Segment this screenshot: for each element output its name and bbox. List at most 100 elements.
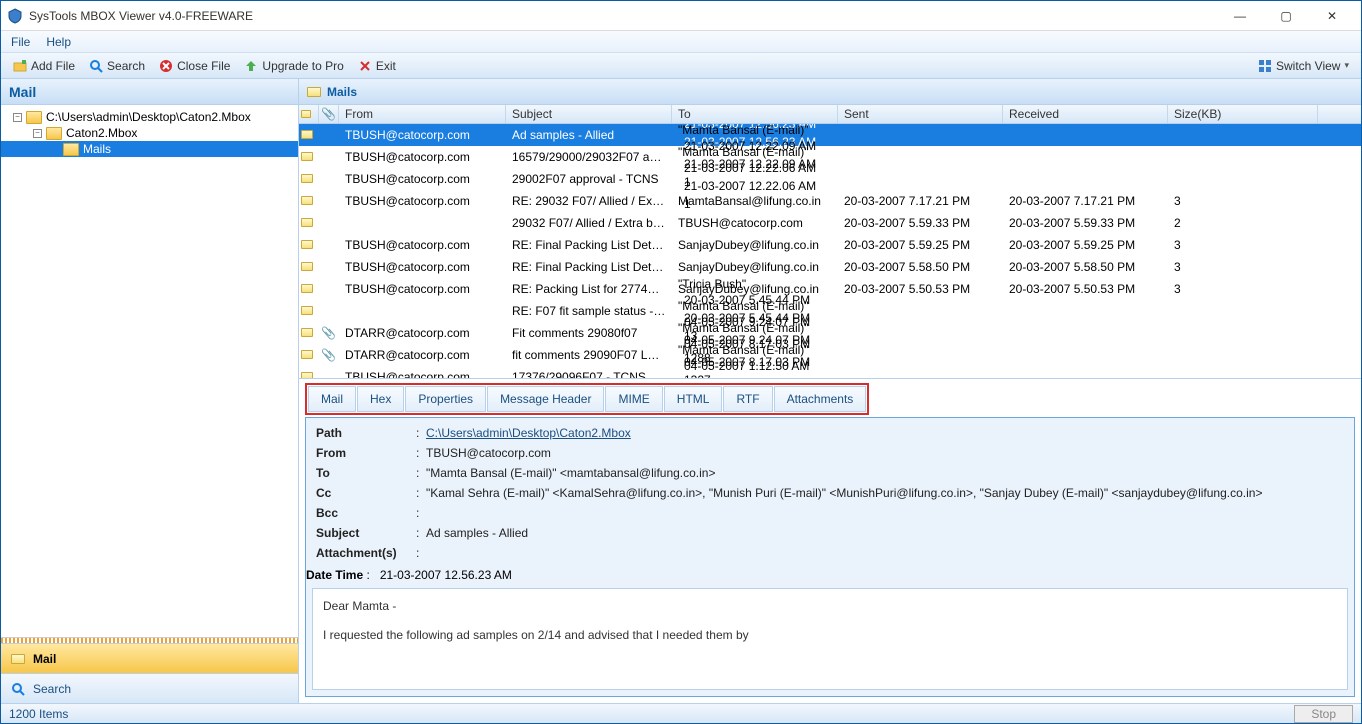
message-body[interactable]: Dear Mamta - I requested the following a… — [312, 588, 1348, 690]
to-value: "Mamta Bansal (E-mail)" <mamtabansal@lif… — [426, 466, 1344, 480]
cell-from — [339, 221, 506, 225]
cell-subject: RE: Final Packing List Detail f... — [506, 236, 672, 254]
mail-icon — [11, 654, 25, 664]
stop-button[interactable]: Stop — [1294, 705, 1353, 723]
grid-icon — [1258, 59, 1272, 73]
table-row[interactable]: 29032 F07/ Allied / Extra butt...TBUSH@c… — [299, 212, 1361, 234]
exit-button[interactable]: Exit — [352, 57, 402, 75]
cell-to: TBUSH@catocorp.com — [672, 214, 838, 232]
close-file-button[interactable]: Close File — [153, 57, 236, 75]
cell-size: 3 — [1168, 236, 1318, 254]
tab-properties[interactable]: Properties — [405, 386, 486, 412]
cell-from — [339, 309, 506, 313]
cell-from: TBUSH@catocorp.com — [339, 192, 506, 210]
collapse-icon[interactable]: − — [33, 129, 42, 138]
mail-icon — [301, 328, 313, 337]
col-attachment[interactable]: 📎 — [319, 105, 339, 123]
app-icon — [7, 8, 23, 24]
cell-subject: RE: F07 fit sample status - All... — [506, 302, 672, 320]
table-row[interactable]: TBUSH@catocorp.com29002F07 approval - TC… — [299, 168, 1361, 190]
cell-from: TBUSH@catocorp.com — [339, 236, 506, 254]
status-items: 1200 Items — [9, 707, 68, 721]
cell-from: TBUSH@catocorp.com — [339, 148, 506, 166]
cell-received: 20-03-2007 5.50.53 PM — [1003, 280, 1168, 298]
table-row[interactable]: TBUSH@catocorp.comRE: 29032 F07/ Allied … — [299, 190, 1361, 212]
nav-search[interactable]: Search — [1, 673, 298, 703]
cell-subject: 17376/29096F07 - TCNS — [506, 368, 672, 378]
table-row[interactable]: TBUSH@catocorp.comRE: Final Packing List… — [299, 234, 1361, 256]
col-from[interactable]: From — [339, 105, 506, 123]
col-size[interactable]: Size(KB) — [1168, 105, 1318, 123]
mail-icon — [301, 174, 313, 183]
path-label: Path — [316, 426, 416, 440]
col-icon[interactable] — [299, 105, 319, 123]
switch-view-button[interactable]: Switch View ▾ — [1252, 57, 1355, 75]
mail-icon — [301, 262, 313, 271]
tree-file[interactable]: − Caton2.Mbox — [1, 125, 298, 141]
toolbar: Add File Search Close File Upgrade to Pr… — [1, 53, 1361, 79]
cell-size: 3 — [1168, 280, 1318, 298]
col-subject[interactable]: Subject — [506, 105, 672, 123]
close-window-button[interactable]: ✕ — [1309, 1, 1355, 31]
menu-help[interactable]: Help — [46, 35, 71, 49]
cell-from: DTARR@catocorp.com — [339, 324, 506, 342]
right-pane: Mails 📎 From Subject To Sent Received Si… — [299, 79, 1361, 703]
cell-subject: RE: Packing List for 27748 S0... — [506, 280, 672, 298]
mail-icon — [301, 110, 311, 118]
mail-icon — [301, 372, 313, 378]
tab-message-header[interactable]: Message Header — [487, 386, 604, 412]
mail-icon — [301, 240, 313, 249]
cell-size: 3 — [1168, 192, 1318, 210]
titlebar: SysTools MBOX Viewer v4.0-FREEWARE — ▢ ✕ — [1, 1, 1361, 31]
detail-tabs-wrap: MailHexPropertiesMessage HeaderMIMEHTMLR… — [299, 379, 1361, 415]
cell-subject: fit comments 29090F07 Lovec... — [506, 346, 672, 364]
cc-value: "Kamal Sehra (E-mail)" <KamalSehra@lifun… — [426, 486, 1344, 500]
cell-size: 3 — [1168, 258, 1318, 276]
cell-received: 04-05-2007 1.12.50 AM — [678, 375, 838, 378]
search-icon — [89, 59, 103, 73]
grid-body[interactable]: TBUSH@catocorp.comAd samples - Allied"Ma… — [299, 124, 1361, 378]
cell-from: TBUSH@catocorp.com — [339, 170, 506, 188]
search-button[interactable]: Search — [83, 57, 151, 75]
folder-icon — [63, 143, 79, 156]
folder-tree[interactable]: − C:\Users\admin\Desktop\Caton2.Mbox − C… — [1, 105, 298, 637]
col-to[interactable]: To — [672, 105, 838, 123]
col-sent[interactable]: Sent — [838, 105, 1003, 123]
tab-mime[interactable]: MIME — [605, 386, 662, 412]
path-link[interactable]: C:\Users\admin\Desktop\Caton2.Mbox — [426, 426, 631, 440]
cell-subject: RE: 29032 F07/ Allied / Extra ... — [506, 192, 672, 210]
cell-subject: 29032 F07/ Allied / Extra butt... — [506, 214, 672, 232]
upgrade-button[interactable]: Upgrade to Pro — [238, 57, 349, 75]
cell-from: DTARR@catocorp.com — [339, 346, 506, 364]
cell-received: 20-03-2007 5.58.50 PM — [1003, 258, 1168, 276]
minimize-button[interactable]: — — [1217, 1, 1263, 31]
from-value: TBUSH@catocorp.com — [426, 446, 1344, 460]
col-received[interactable]: Received — [1003, 105, 1168, 123]
mail-icon — [307, 87, 321, 97]
bcc-value — [426, 506, 1344, 520]
attachment-icon: 📎 — [321, 348, 336, 362]
tab-mail[interactable]: Mail — [308, 386, 356, 412]
datetime: Date Time : 21-03-2007 12.56.23 AM — [306, 568, 1354, 582]
cell-subject: RE: Final Packing List Detail f... — [506, 258, 672, 276]
maximize-button[interactable]: ▢ — [1263, 1, 1309, 31]
nav-mail[interactable]: Mail — [1, 643, 298, 673]
cell-from: TBUSH@catocorp.com — [339, 258, 506, 276]
menu-file[interactable]: File — [11, 35, 30, 49]
cell-received: 20-03-2007 5.59.33 PM — [1003, 214, 1168, 232]
cell-from: TBUSH@catocorp.com — [339, 368, 506, 378]
cell-from: TBUSH@catocorp.com — [339, 126, 506, 144]
tree-root[interactable]: − C:\Users\admin\Desktop\Caton2.Mbox — [1, 109, 298, 125]
add-file-button[interactable]: Add File — [7, 57, 81, 75]
tab-html[interactable]: HTML — [664, 386, 723, 412]
cc-label: Cc — [316, 486, 416, 500]
tab-attachments[interactable]: Attachments — [774, 386, 867, 412]
tab-hex[interactable]: Hex — [357, 386, 404, 412]
tree-mails[interactable]: Mails — [1, 141, 298, 157]
tab-rtf[interactable]: RTF — [723, 386, 772, 412]
collapse-icon[interactable]: − — [13, 113, 22, 122]
folder-icon — [26, 111, 42, 124]
left-pane-header: Mail — [1, 79, 298, 105]
table-row[interactable]: TBUSH@catocorp.com17376/29096F07 - TCNS"… — [299, 366, 1361, 378]
cell-sent: 20-03-2007 5.59.33 PM — [838, 214, 1003, 232]
